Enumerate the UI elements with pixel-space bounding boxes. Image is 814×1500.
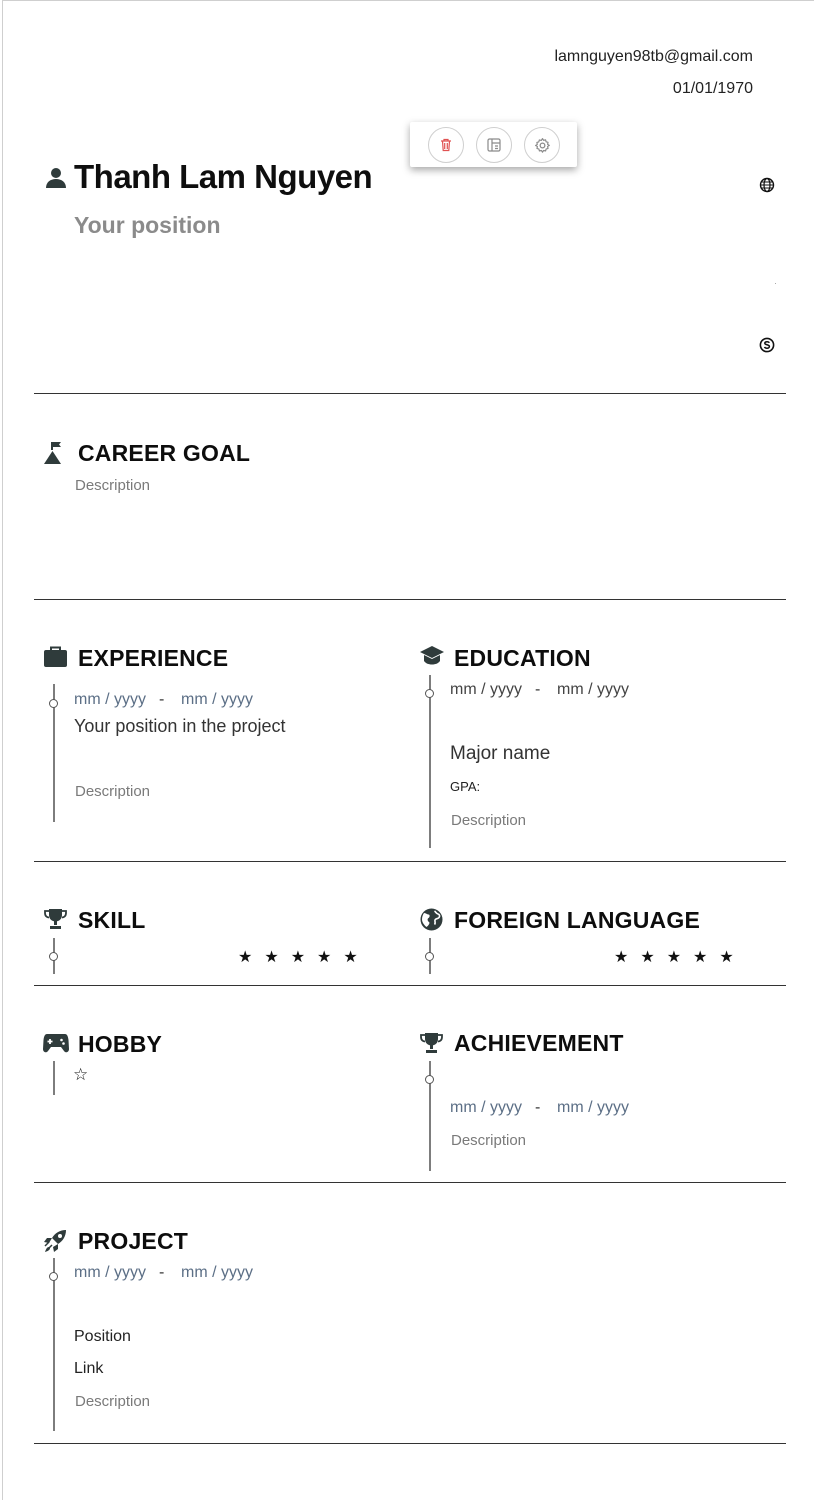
divider xyxy=(34,393,786,394)
date-separator: - xyxy=(535,681,541,698)
education-title[interactable]: EDUCATION xyxy=(454,645,591,672)
education-gpa[interactable]: GPA: xyxy=(450,779,480,794)
project-start-date[interactable]: mm / yyyy xyxy=(74,1264,146,1282)
career-goal-description[interactable]: Description xyxy=(75,477,150,494)
project-link[interactable]: Link xyxy=(74,1360,103,1378)
career-goal-title[interactable]: CAREER GOAL xyxy=(78,440,250,467)
tiny-mark xyxy=(775,283,776,284)
birthday-text[interactable]: 01/01/1970 xyxy=(673,80,753,98)
divider xyxy=(34,1443,786,1444)
achievement-end-date[interactable]: mm / yyyy xyxy=(557,1099,629,1117)
achievement-description[interactable]: Description xyxy=(451,1132,526,1149)
experience-description[interactable]: Description xyxy=(75,783,150,800)
skype-icon xyxy=(759,337,775,353)
graduation-cap-icon xyxy=(420,646,444,665)
mountain-flag-icon xyxy=(44,442,61,464)
education-description[interactable]: Description xyxy=(451,812,526,829)
timeline-dot xyxy=(425,1075,434,1084)
skill-title[interactable]: SKILL xyxy=(78,907,145,934)
rocket-icon xyxy=(44,1230,66,1252)
trophy-icon xyxy=(44,909,67,929)
timeline-line xyxy=(429,675,431,848)
position-title[interactable]: Your position xyxy=(74,212,221,239)
gamepad-icon xyxy=(43,1034,69,1053)
project-title[interactable]: PROJECT xyxy=(78,1228,188,1255)
achievement-start-date[interactable]: mm / yyyy xyxy=(450,1099,522,1117)
education-major[interactable]: Major name xyxy=(450,743,550,765)
divider xyxy=(34,985,786,986)
date-separator: - xyxy=(159,1264,165,1281)
timeline-dot xyxy=(425,689,434,698)
timeline-line xyxy=(53,1061,55,1095)
experience-title[interactable]: EXPERIENCE xyxy=(78,645,228,672)
divider xyxy=(34,599,786,600)
layout-icon xyxy=(487,138,501,152)
user-icon xyxy=(46,168,66,188)
divider xyxy=(34,861,786,862)
settings-button[interactable] xyxy=(524,127,560,163)
skill-rating-stars[interactable]: ★★★★★ xyxy=(238,947,370,967)
settings-icon xyxy=(534,137,550,153)
timeline-line xyxy=(53,1258,55,1431)
globe-icon xyxy=(759,177,775,193)
trophy-icon xyxy=(420,1033,443,1053)
experience-end-date[interactable]: mm / yyyy xyxy=(181,691,253,709)
delete-button[interactable] xyxy=(428,127,464,163)
language-rating-stars[interactable]: ★★★★★ xyxy=(614,947,746,967)
email-text[interactable]: lamnguyen98tb@gmail.com xyxy=(554,48,753,66)
education-start-date[interactable]: mm / yyyy xyxy=(450,681,522,699)
hobby-title[interactable]: HOBBY xyxy=(78,1031,162,1058)
date-separator: - xyxy=(159,691,165,708)
foreign-language-title[interactable]: FOREIGN LANGUAGE xyxy=(454,907,700,934)
earth-icon xyxy=(420,908,443,931)
divider xyxy=(34,1182,786,1183)
achievement-title[interactable]: ACHIEVEMENT xyxy=(454,1030,624,1057)
full-name[interactable]: Thanh Lam Nguyen xyxy=(74,158,373,196)
briefcase-icon xyxy=(44,646,67,667)
timeline-dot xyxy=(49,699,58,708)
project-description[interactable]: Description xyxy=(75,1393,150,1410)
timeline-dot xyxy=(49,1272,58,1281)
timeline-dot xyxy=(49,952,58,961)
timeline-dot xyxy=(425,952,434,961)
hobby-star-icon[interactable]: ☆ xyxy=(73,1065,88,1085)
project-end-date[interactable]: mm / yyyy xyxy=(181,1264,253,1282)
experience-position[interactable]: Your position in the project xyxy=(74,716,285,737)
education-end-date[interactable]: mm / yyyy xyxy=(557,681,629,699)
block-toolbar xyxy=(410,122,577,167)
experience-start-date[interactable]: mm / yyyy xyxy=(74,691,146,709)
date-separator: - xyxy=(535,1099,541,1116)
project-position[interactable]: Position xyxy=(74,1328,131,1346)
trash-icon xyxy=(441,138,451,152)
layout-button[interactable] xyxy=(476,127,512,163)
